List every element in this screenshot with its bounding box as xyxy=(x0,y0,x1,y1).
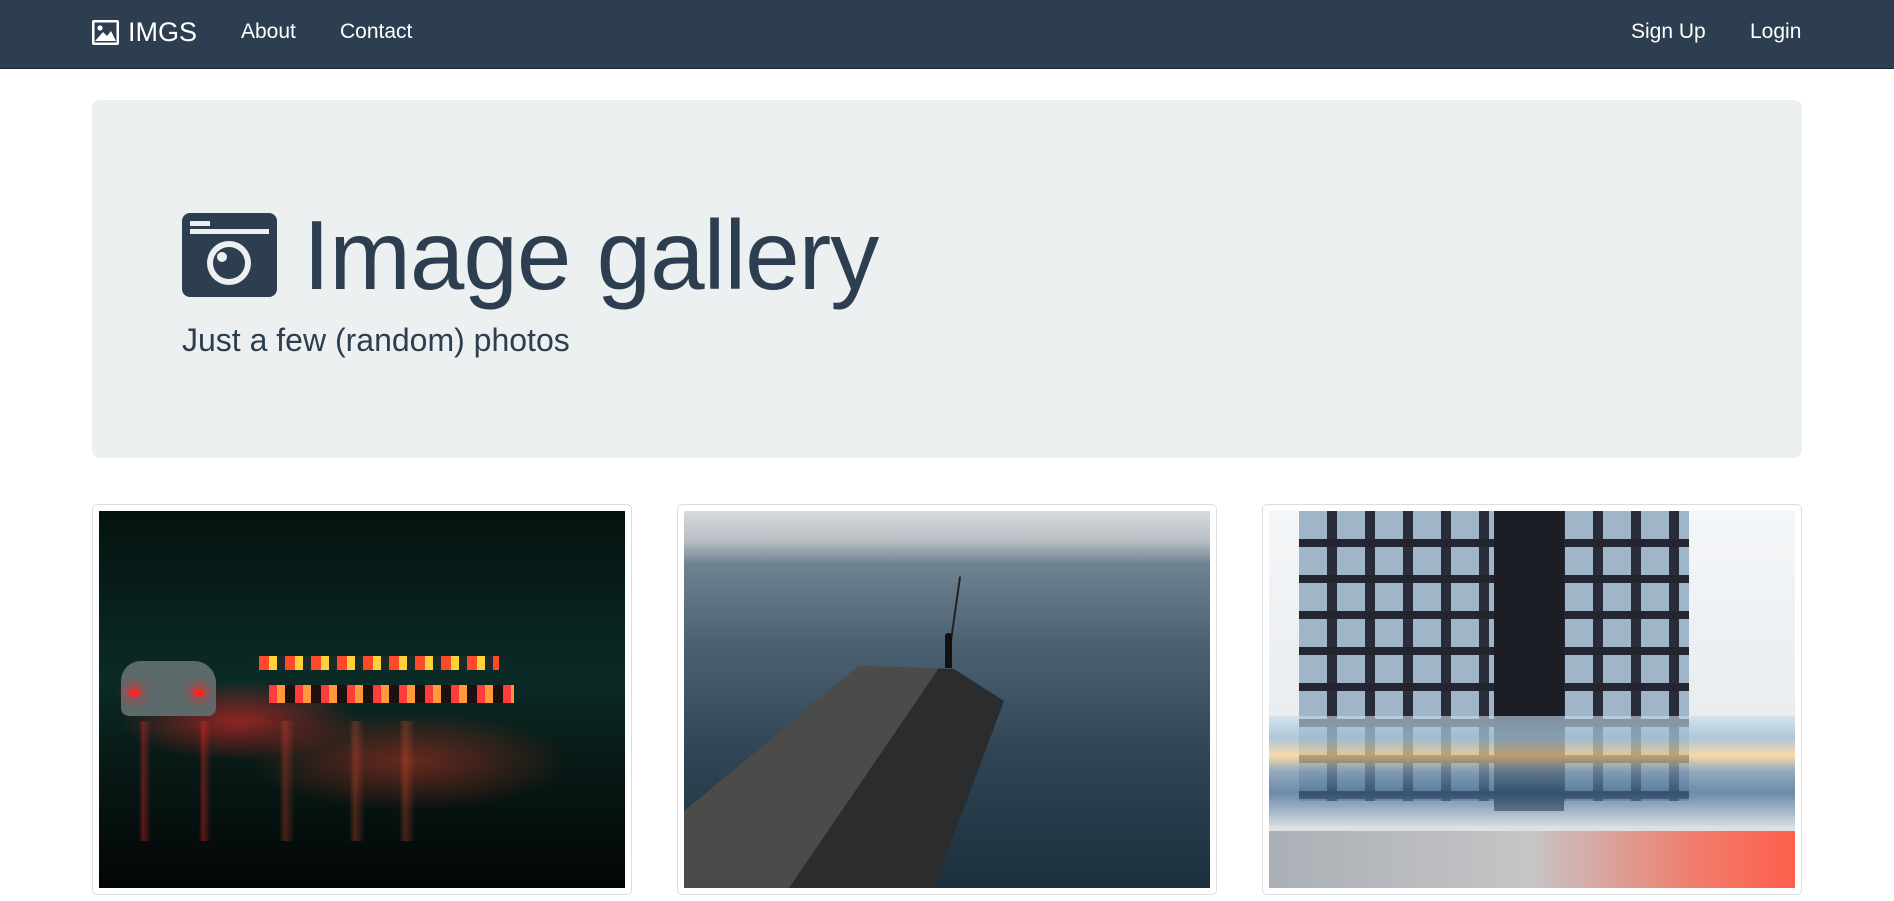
fishing-rod xyxy=(950,576,962,642)
gallery-thumbnail[interactable] xyxy=(1262,504,1802,895)
hero-jumbotron: Image gallery Just a few (random) photos xyxy=(92,100,1802,458)
barrier-chevrons xyxy=(269,685,514,703)
gallery-thumbnail[interactable] xyxy=(677,504,1217,895)
street-road xyxy=(1269,831,1795,888)
building-tram-photo xyxy=(1269,511,1795,888)
hero-heading: Image gallery xyxy=(182,200,879,310)
nav-signup-link[interactable]: Sign Up xyxy=(1631,0,1706,64)
nav-login-link[interactable]: Login xyxy=(1750,0,1801,64)
barrier-sign xyxy=(259,656,499,670)
night-street-photo xyxy=(99,511,625,888)
nav-contact-link[interactable]: Contact xyxy=(340,0,412,64)
nav-about-link[interactable]: About xyxy=(241,0,296,64)
page-subtitle: Just a few (random) photos xyxy=(182,322,570,358)
brand-name: IMGS xyxy=(128,16,198,47)
image-icon xyxy=(92,19,119,45)
tail-light xyxy=(129,689,139,696)
sea-pier-photo xyxy=(684,511,1210,888)
top-navbar: IMGS About Contact Sign Up Login xyxy=(0,0,1894,69)
page-title: Image gallery xyxy=(303,200,879,310)
gallery-thumbnail[interactable] xyxy=(92,504,632,895)
fisherman-silhouette xyxy=(945,633,952,668)
tram-motion-blur xyxy=(1269,716,1795,826)
tail-light xyxy=(194,689,204,696)
wet-road-reflection xyxy=(99,721,625,841)
camera-icon xyxy=(182,213,277,297)
brand-link[interactable]: IMGS xyxy=(92,0,197,64)
